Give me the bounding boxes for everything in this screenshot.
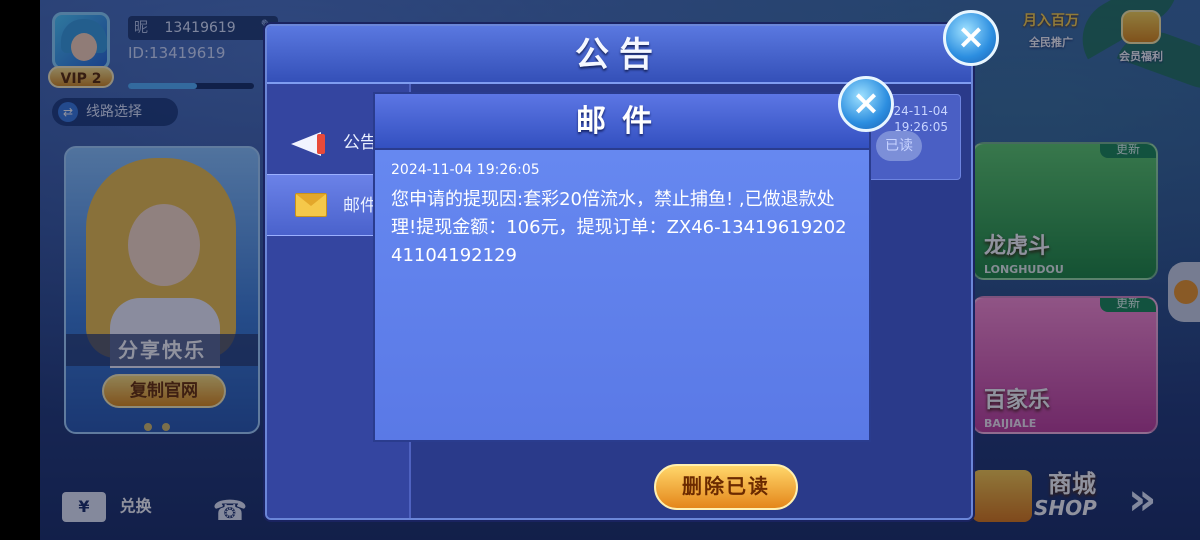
- mail-date: 2024-11-04 19:26:05: [391, 162, 540, 178]
- mail-header: 邮件: [375, 94, 869, 150]
- envelope-icon: [291, 189, 331, 223]
- close-mail-button[interactable]: ×: [838, 76, 894, 132]
- lobby-background: VIP 2 昵 13419619 ✎ ID:13419619 ⇄ 线路选择 月入…: [40, 0, 1200, 540]
- tab-label: 公告: [343, 133, 377, 153]
- mail-dialog: 邮件 2024-11-04 19:26:05 您申请的提现因:套彩20倍流水，禁…: [373, 92, 871, 442]
- megaphone-icon: [291, 126, 331, 160]
- read-status-badge: 已读: [876, 131, 922, 161]
- mail-body: 2024-11-04 19:26:05 您申请的提现因:套彩20倍流水，禁止捕鱼…: [375, 150, 869, 440]
- delete-read-button[interactable]: 删除已读: [654, 464, 798, 510]
- tab-label: 邮件: [343, 196, 377, 216]
- mail-title: 邮件: [576, 104, 668, 139]
- close-announcement-button[interactable]: ×: [943, 10, 999, 66]
- mail-content: 您申请的提现因:套彩20倍流水，禁止捕鱼! ,已做退款处理!提现金额：106元，…: [391, 189, 847, 266]
